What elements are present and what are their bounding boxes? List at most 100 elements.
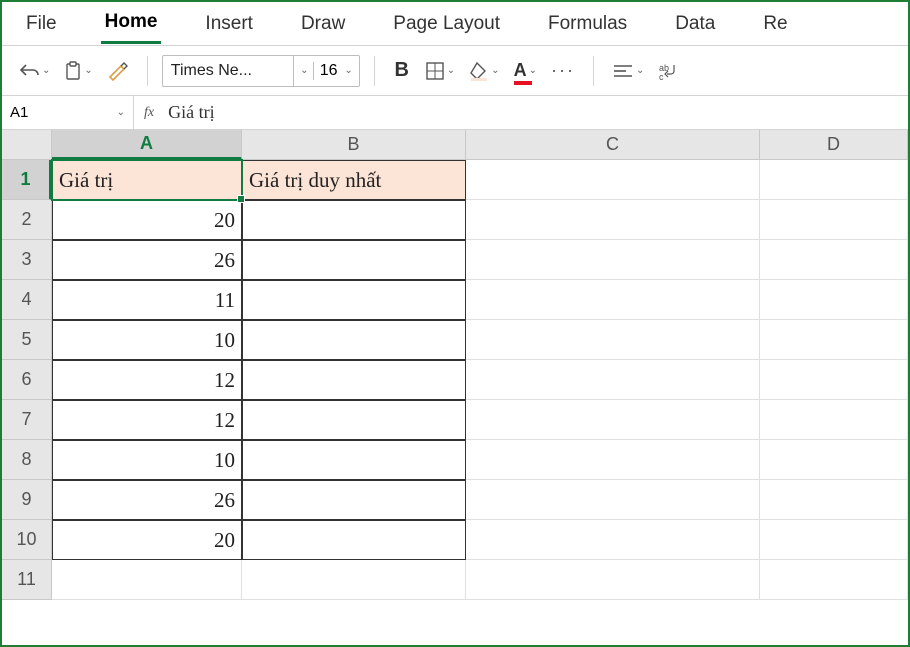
tab-page-layout[interactable]: Page Layout bbox=[389, 5, 504, 43]
cell-a10[interactable]: 20 bbox=[52, 520, 242, 560]
formula-bar: A1 ⌄ fx Giá trị bbox=[2, 96, 908, 130]
row-header-1[interactable]: 1 bbox=[2, 160, 52, 200]
chevron-down-icon[interactable]: ⌄ bbox=[293, 56, 313, 86]
tab-home[interactable]: Home bbox=[101, 3, 162, 44]
cell-b6[interactable] bbox=[242, 360, 466, 400]
ribbon-tabs: File Home Insert Draw Page Layout Formul… bbox=[2, 2, 908, 46]
separator bbox=[593, 56, 594, 86]
chevron-down-icon: ⌄ bbox=[84, 65, 92, 76]
cell-c8[interactable] bbox=[466, 440, 760, 480]
format-painter-button[interactable] bbox=[103, 55, 133, 87]
fx-icon[interactable]: fx bbox=[134, 105, 164, 121]
cell-c1[interactable] bbox=[466, 160, 760, 200]
tab-formulas[interactable]: Formulas bbox=[544, 5, 631, 43]
cell-d5[interactable] bbox=[760, 320, 908, 360]
undo-button[interactable]: ⌄ bbox=[16, 55, 54, 87]
chevron-down-icon: ⌄ bbox=[636, 65, 644, 76]
cell-a11[interactable] bbox=[52, 560, 242, 600]
cell-b1[interactable]: Giá trị duy nhất bbox=[242, 160, 466, 200]
row-header-6[interactable]: 6 bbox=[2, 360, 52, 400]
cell-c5[interactable] bbox=[466, 320, 760, 360]
tab-insert[interactable]: Insert bbox=[201, 5, 257, 43]
row-header-4[interactable]: 4 bbox=[2, 280, 52, 320]
cell-a3[interactable]: 26 bbox=[52, 240, 242, 280]
cell-a4[interactable]: 11 bbox=[52, 280, 242, 320]
cell-b8[interactable] bbox=[242, 440, 466, 480]
fill-color-button[interactable]: ⌄ bbox=[465, 55, 503, 87]
col-header-a[interactable]: A bbox=[52, 130, 242, 160]
cell-a6[interactable]: 12 bbox=[52, 360, 242, 400]
cell-b4[interactable] bbox=[242, 280, 466, 320]
cell-c9[interactable] bbox=[466, 480, 760, 520]
separator bbox=[374, 56, 375, 86]
cell-a2[interactable]: 20 bbox=[52, 200, 242, 240]
chevron-down-icon: ⌄ bbox=[447, 65, 455, 76]
cell-d4[interactable] bbox=[760, 280, 908, 320]
formula-input[interactable]: Giá trị bbox=[164, 102, 908, 123]
cell-d2[interactable] bbox=[760, 200, 908, 240]
cell-d3[interactable] bbox=[760, 240, 908, 280]
cell-b5[interactable] bbox=[242, 320, 466, 360]
row-header-3[interactable]: 3 bbox=[2, 240, 52, 280]
cell-b9[interactable] bbox=[242, 480, 466, 520]
col-header-d[interactable]: D bbox=[760, 130, 908, 160]
font-selector[interactable]: Times Ne... ⌄ 16 ⌄ bbox=[162, 55, 360, 87]
tab-draw[interactable]: Draw bbox=[297, 5, 349, 43]
cell-b10[interactable] bbox=[242, 520, 466, 560]
cell-c10[interactable] bbox=[466, 520, 760, 560]
cell-c2[interactable] bbox=[466, 200, 760, 240]
cell-d6[interactable] bbox=[760, 360, 908, 400]
bold-button[interactable]: B bbox=[389, 55, 415, 87]
cell-b2[interactable] bbox=[242, 200, 466, 240]
col-header-c[interactable]: C bbox=[466, 130, 760, 160]
row-header-9[interactable]: 9 bbox=[2, 480, 52, 520]
separator bbox=[147, 56, 148, 86]
cell-d1[interactable] bbox=[760, 160, 908, 200]
row-header-10[interactable]: 10 bbox=[2, 520, 52, 560]
font-name-input[interactable]: Times Ne... bbox=[163, 62, 293, 80]
cell-b3[interactable] bbox=[242, 240, 466, 280]
name-box[interactable]: A1 ⌄ bbox=[2, 96, 134, 129]
cell-b11[interactable] bbox=[242, 560, 466, 600]
font-size-input[interactable]: 16 ⌄ bbox=[313, 62, 359, 80]
chevron-down-icon: ⌄ bbox=[117, 107, 125, 118]
tab-review-truncated[interactable]: Re bbox=[759, 5, 791, 43]
name-box-value: A1 bbox=[10, 104, 28, 121]
chevron-down-icon: ⌄ bbox=[42, 65, 50, 76]
cell-d8[interactable] bbox=[760, 440, 908, 480]
font-color-button[interactable]: A ⌄ bbox=[510, 55, 541, 87]
cell-d10[interactable] bbox=[760, 520, 908, 560]
spreadsheet-grid: A B C D 1 Giá trị Giá trị duy nhất 2 20 … bbox=[2, 130, 908, 600]
align-button[interactable]: ⌄ bbox=[608, 55, 648, 87]
cell-a7[interactable]: 12 bbox=[52, 400, 242, 440]
row-header-8[interactable]: 8 bbox=[2, 440, 52, 480]
cell-c7[interactable] bbox=[466, 400, 760, 440]
cell-d7[interactable] bbox=[760, 400, 908, 440]
chevron-down-icon: ⌄ bbox=[491, 65, 499, 76]
cell-b7[interactable] bbox=[242, 400, 466, 440]
cell-a9[interactable]: 26 bbox=[52, 480, 242, 520]
cell-d11[interactable] bbox=[760, 560, 908, 600]
cell-a5[interactable]: 10 bbox=[52, 320, 242, 360]
more-options-button[interactable]: ··· bbox=[547, 55, 579, 87]
tab-data[interactable]: Data bbox=[671, 5, 719, 43]
col-header-b[interactable]: B bbox=[242, 130, 466, 160]
chevron-down-icon: ⌄ bbox=[529, 65, 537, 76]
cell-c3[interactable] bbox=[466, 240, 760, 280]
paste-button[interactable]: ⌄ bbox=[60, 55, 96, 87]
cell-c6[interactable] bbox=[466, 360, 760, 400]
row-header-2[interactable]: 2 bbox=[2, 200, 52, 240]
row-header-7[interactable]: 7 bbox=[2, 400, 52, 440]
select-all-corner[interactable] bbox=[2, 130, 52, 160]
cell-a8[interactable]: 10 bbox=[52, 440, 242, 480]
cell-c11[interactable] bbox=[466, 560, 760, 600]
borders-button[interactable]: ⌄ bbox=[421, 55, 459, 87]
wrap-text-button[interactable]: abc bbox=[654, 55, 684, 87]
toolbar: ⌄ ⌄ Times Ne... ⌄ 16 ⌄ B ⌄ ⌄ A ⌄ ··· ⌄ a… bbox=[2, 46, 908, 96]
cell-c4[interactable] bbox=[466, 280, 760, 320]
tab-file[interactable]: File bbox=[22, 5, 61, 43]
cell-d9[interactable] bbox=[760, 480, 908, 520]
cell-a1[interactable]: Giá trị bbox=[52, 160, 242, 200]
row-header-5[interactable]: 5 bbox=[2, 320, 52, 360]
row-header-11[interactable]: 11 bbox=[2, 560, 52, 600]
